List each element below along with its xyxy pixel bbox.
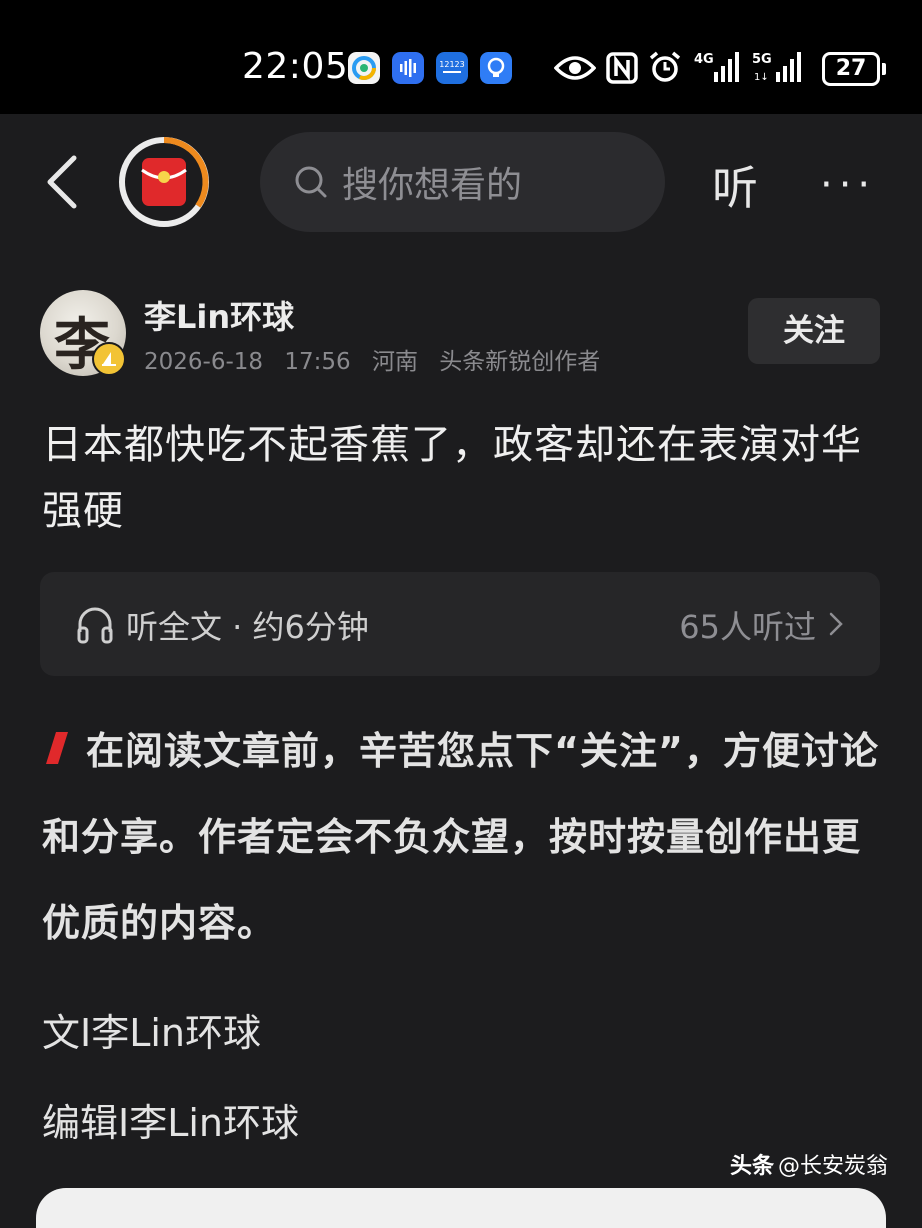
audio-listener-count: 65人听过: [679, 608, 816, 646]
voice-app-icon: [392, 52, 424, 84]
credit-writer: 文I李Lin环球: [42, 1011, 262, 1055]
status-bar: 22:05 12123 4G 5G 1↓ 27: [0, 0, 922, 114]
svg-text:12123: 12123: [439, 60, 464, 69]
publish-time: 17:56: [284, 349, 351, 375]
listen-full-article-bar[interactable]: 听全文 · 约6分钟 65人听过: [40, 572, 880, 676]
search-bar[interactable]: 搜你想看的: [260, 132, 665, 232]
watermark-brand: 头条: [730, 1154, 775, 1179]
author-row: 李 李Lin环球 2026-6-18 17:56 河南 头条新锐创作者 关注: [0, 284, 922, 384]
listen-button[interactable]: 听: [712, 152, 758, 218]
author-name[interactable]: 李Lin环球: [144, 292, 294, 338]
watermark-handle: @长安炭翁: [778, 1154, 889, 1179]
top-nav-bar: 搜你想看的 听 ···: [0, 114, 922, 244]
credit-editor: 编辑I李Lin环球: [42, 1101, 300, 1145]
follow-button[interactable]: 关注: [748, 298, 880, 364]
nfc-icon: [606, 52, 638, 84]
author-meta: 2026-6-18 17:56 河南 头条新锐创作者: [144, 342, 614, 376]
12123-app-icon: 12123: [436, 52, 468, 84]
5g-signal-icon: 5G 1↓: [752, 52, 801, 83]
bottom-sheet-edge: [36, 1188, 886, 1228]
svg-text:1↓: 1↓: [754, 72, 769, 83]
article-title: 日本都快吃不起香蕉了，政客却还在表演对华强硬: [42, 422, 862, 534]
battery-icon: 27: [822, 52, 886, 86]
chevron-right-icon: [829, 612, 843, 636]
svg-text:4G: 4G: [694, 52, 714, 67]
red-packet-icon[interactable]: [118, 136, 210, 228]
app-icon-1: [348, 52, 380, 84]
author-location: 河南: [371, 349, 418, 375]
search-placeholder: 搜你想看的: [342, 165, 523, 206]
bulb-app-icon: [480, 52, 512, 84]
headphones-icon: [77, 607, 113, 644]
back-arrow-icon[interactable]: [40, 152, 84, 212]
article-intro: 在阅读文章前，辛苦您点下“关注”，方便讨论和分享。作者定会不负众望，按时按量创作…: [42, 708, 882, 966]
svg-text:5G: 5G: [752, 52, 772, 67]
search-icon: [295, 166, 327, 198]
red-slash-icon: [46, 732, 68, 764]
status-time: 22:05: [242, 46, 349, 87]
watermark: 头条 @长安炭翁: [730, 1148, 888, 1180]
author-role: 头条新锐创作者: [439, 349, 601, 375]
creator-badge-icon: [92, 342, 126, 376]
intro-text: 在阅读文章前，辛苦您点下“关注”，方便讨论和分享。作者定会不负众望，按时按量创作…: [42, 729, 879, 945]
more-menu-button[interactable]: ···: [820, 162, 876, 208]
4g-signal-icon: 4G: [694, 52, 739, 82]
alarm-icon: [649, 51, 681, 82]
audio-label: 听全文 · 约6分钟: [126, 608, 369, 646]
publish-date: 2026-6-18: [144, 349, 264, 375]
eye-icon: [554, 56, 596, 80]
